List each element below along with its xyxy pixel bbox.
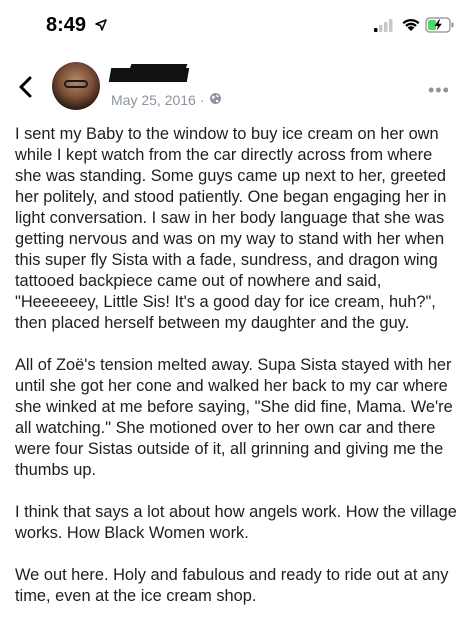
location-arrow-icon xyxy=(95,18,107,36)
globe-icon xyxy=(209,92,222,108)
wifi-icon xyxy=(401,17,421,37)
post-meta: May 25, 2016 · xyxy=(111,92,222,108)
more-options-icon[interactable]: ••• xyxy=(428,80,450,101)
post-paragraph: All of Zoë's tension melted away. Supa S… xyxy=(15,356,453,479)
chevron-left-icon[interactable] xyxy=(18,76,32,103)
battery-charging-icon xyxy=(425,17,455,38)
avatar[interactable] xyxy=(52,62,100,110)
post-paragraph: We out here. Holy and fabulous and ready… xyxy=(15,566,449,605)
status-time: 8:49 xyxy=(46,14,87,36)
avatar-glasses xyxy=(64,80,88,88)
redacted-author-name-mark xyxy=(128,64,188,72)
post-paragraph: I think that says a lot about how angels… xyxy=(15,503,457,542)
post-paragraph: I sent my Baby to the window to buy ice … xyxy=(15,125,447,332)
post-body: I sent my Baby to the window to buy ice … xyxy=(15,124,460,628)
status-bar: 8:49 xyxy=(0,0,474,48)
meta-separator: · xyxy=(199,92,205,108)
post-date[interactable]: May 25, 2016 xyxy=(111,92,196,108)
cellular-signal-icon xyxy=(374,19,394,37)
post-header: May 25, 2016 · ••• xyxy=(0,56,474,116)
